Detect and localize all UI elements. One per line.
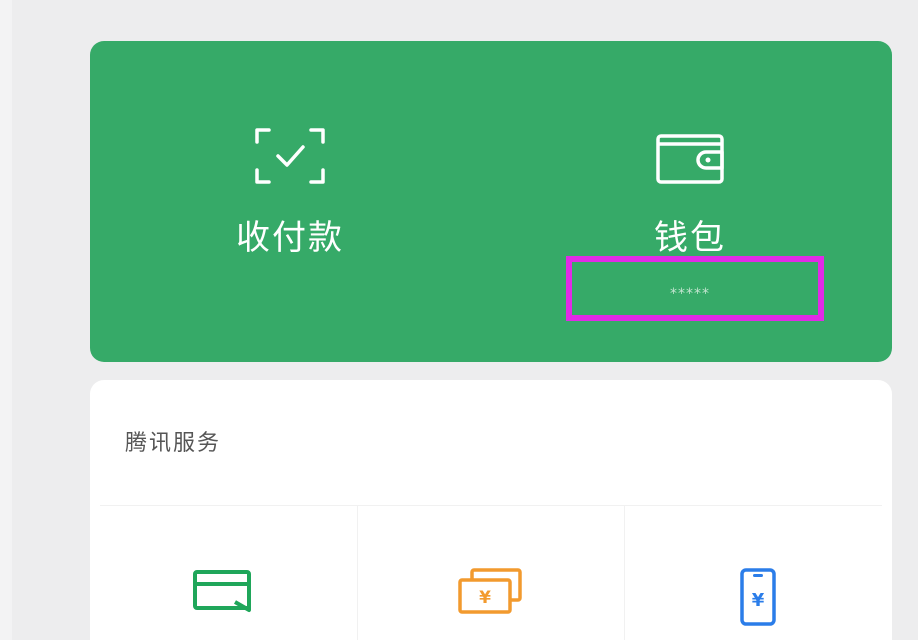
pay-card: 收付款 钱包 *****	[90, 41, 892, 362]
scan-check-icon	[255, 128, 325, 184]
card-icon	[193, 570, 251, 612]
tencent-services-card: 腾讯服务 ¥ ¥	[90, 380, 892, 640]
receive-pay-label: 收付款	[236, 218, 344, 258]
svg-text:¥: ¥	[479, 588, 491, 608]
phone-yuan-icon: ¥	[740, 568, 776, 626]
service-item-cash[interactable]: ¥	[358, 506, 624, 640]
wallet-icon	[656, 134, 724, 184]
receive-pay-button[interactable]: 收付款	[140, 41, 440, 362]
services-title: 腾讯服务	[125, 431, 222, 456]
service-item-phone[interactable]: ¥	[625, 506, 891, 640]
svg-text:¥: ¥	[752, 590, 765, 611]
left-strip	[0, 0, 12, 640]
cash-yuan-icon: ¥	[458, 568, 522, 614]
service-item-card[interactable]	[90, 506, 356, 640]
wallet-page: 收付款 钱包 ***** 腾讯服务 ¥ ¥	[0, 0, 918, 640]
highlight-annotation-box	[566, 256, 824, 321]
wallet-label: 钱包	[654, 218, 726, 258]
